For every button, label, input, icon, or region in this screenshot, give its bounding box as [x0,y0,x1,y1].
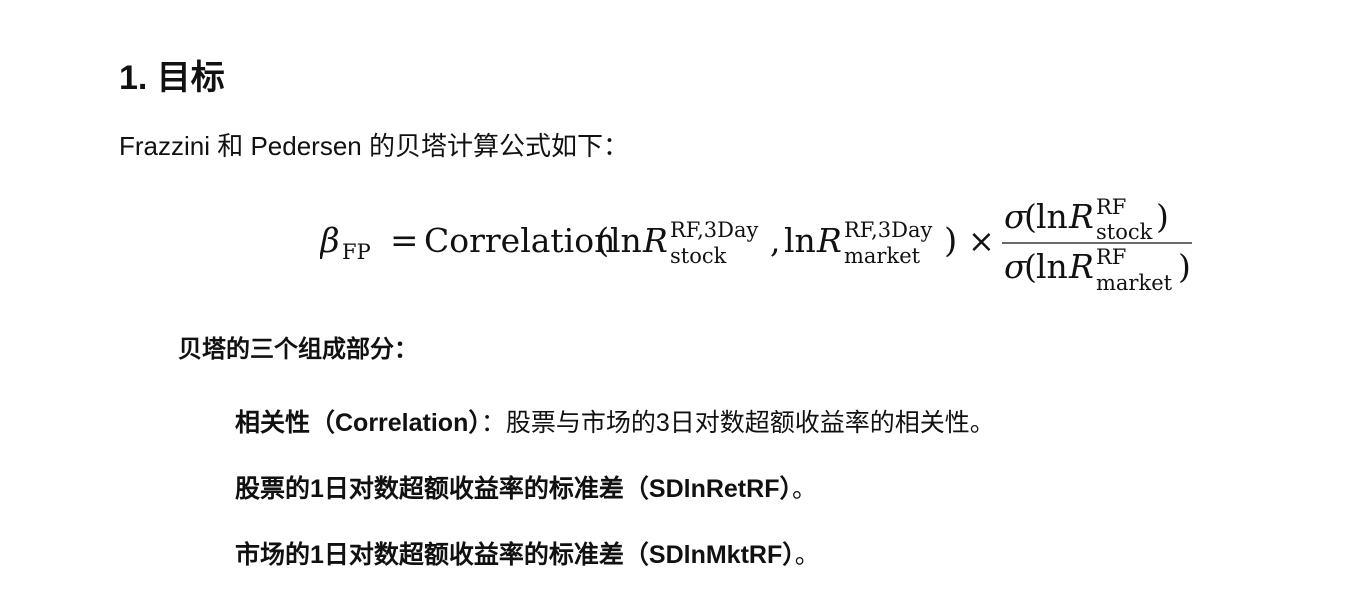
formula-ln-4: ln [1036,247,1068,286]
formula-open-paren-2: ( [1024,197,1037,236]
formula-r-symbol-4: R [1068,247,1094,286]
component-description: ：股票与市场的3日对数超额收益率的相关性。 [480,409,995,437]
formula-r-symbol-2: R [816,221,842,260]
component-item-stock-std: 股票的1日对数超额收益率的标准差（SDlnRetRF）。 [235,471,817,507]
beta-formula-svg: β FP = Correlation ( ln R RF,3Day stock … [320,195,1192,295]
formula-ln-3: ln [1036,197,1068,236]
formula-close-paren-3: ) [1178,247,1191,286]
formula-close-paren-1: ) [944,221,957,261]
formula-r-symbol-1: R [642,221,668,260]
component-label: 市场的1日对数超额收益率的标准差（SDlnMktRF） [235,541,795,569]
formula-equals-sign: = [390,221,419,261]
formula-superscript-rf-2: RF [1096,245,1126,269]
document-page: 1. 目标 Frazzini 和 Pedersen 的贝塔计算公式如下： β F… [0,0,1348,594]
formula-close-paren-2: ) [1156,197,1169,236]
formula-superscript-3day-1: RF,3Day [670,218,759,242]
components-heading: 贝塔的三个组成部分： [178,336,418,363]
component-description: 。 [791,475,817,503]
formula-ln-1: ln [610,221,642,260]
component-item-market-std: 市场的1日对数超额收益率的标准差（SDlnMktRF）。 [235,537,820,573]
formula-ln-2: ln [784,221,816,260]
formula-subscript-stock-2: stock [1096,220,1153,244]
component-label: 股票的1日对数超额收益率的标准差（SDlnRetRF） [235,475,792,503]
formula-correlation-word: Correlation [424,221,615,260]
formula-superscript-3day-2: RF,3Day [844,218,933,242]
formula-subscript-stock-1: stock [670,244,727,268]
formula-r-symbol-3: R [1068,197,1094,236]
formula-beta-symbol: β [320,221,340,261]
formula-comma: , [770,221,781,260]
formula-superscript-rf-1: RF [1096,195,1126,219]
component-item-correlation: 相关性（Correlation）：股票与市场的3日对数超额收益率的相关性。 [235,405,995,441]
formula-beta-subscript: FP [342,240,371,264]
component-description: 。 [794,541,820,569]
section-heading: 1. 目标 [119,59,225,97]
beta-formula: β FP = Correlation ( ln R RF,3Day stock … [320,192,1210,300]
formula-subscript-market-2: market [1096,271,1173,295]
formula-open-paren-3: ( [1024,247,1037,286]
formula-times-sign: × [968,222,995,260]
intro-paragraph: Frazzini 和 Pedersen 的贝塔计算公式如下： [119,131,629,161]
component-label: 相关性（Correlation） [235,409,481,437]
formula-open-paren-1: ( [596,221,609,261]
formula-subscript-market-1: market [844,244,921,268]
